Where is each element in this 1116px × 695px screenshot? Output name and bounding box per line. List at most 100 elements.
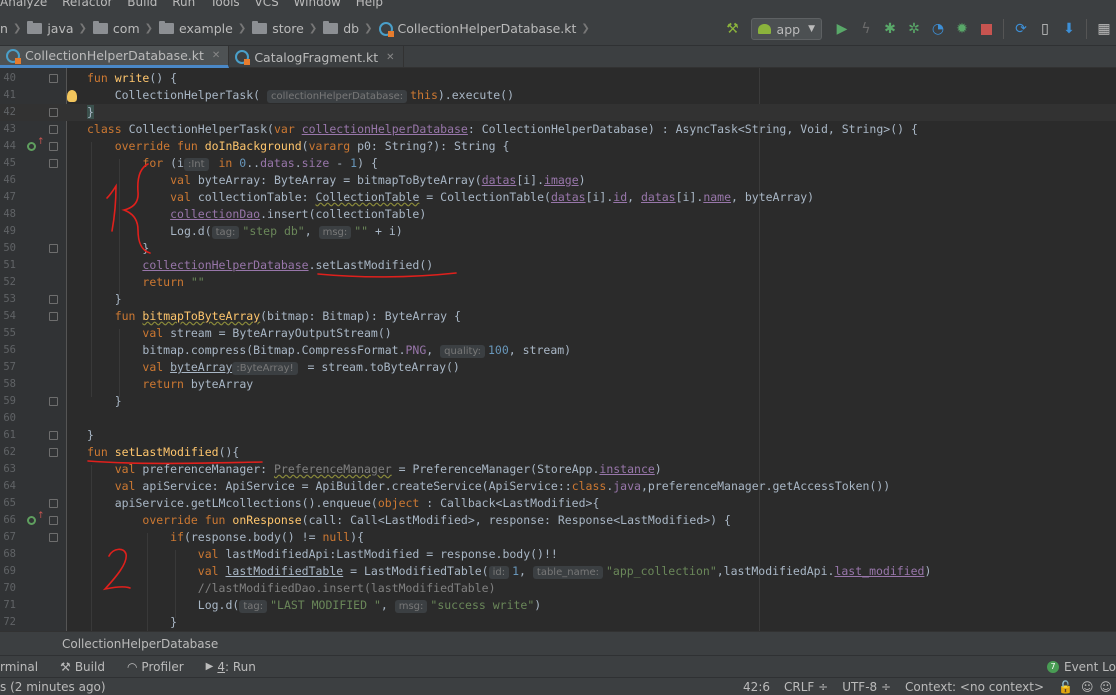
run-icon[interactable]: ▶ <box>833 20 851 38</box>
menu-refactor[interactable]: Refactor <box>62 0 112 9</box>
caret-position[interactable]: 42:6 <box>743 678 770 695</box>
line-number: 62 <box>3 446 16 458</box>
lock-icon[interactable]: 🔓 <box>1058 678 1073 695</box>
line-number: 40 <box>3 72 16 84</box>
override-icon[interactable] <box>27 137 45 151</box>
code-text: return "" <box>142 275 205 289</box>
code-line: 54 fun bitmapToByteArray(bitmap: Bitmap)… <box>0 308 1116 325</box>
line-number: 44 <box>3 140 16 152</box>
debug-icon[interactable]: ✱ <box>881 20 899 38</box>
fold-marker[interactable] <box>49 312 58 321</box>
breadcrumb-item-example[interactable]: example <box>179 21 233 36</box>
tool-window-terminal[interactable]: rminal <box>0 660 38 674</box>
sync-gradle-icon[interactable]: ⟳ <box>1012 20 1030 38</box>
encoding-select[interactable]: UTF-8 ÷ <box>842 678 891 695</box>
tab-label: CollectionHelperDatabase.kt <box>25 48 204 63</box>
fold-marker[interactable] <box>49 448 58 457</box>
stop-icon[interactable] <box>977 20 995 38</box>
fold-marker[interactable] <box>49 431 58 440</box>
breadcrumb-item-file[interactable]: CollectionHelperDatabase.kt <box>398 21 577 36</box>
tool-window-label: Build <box>74 659 105 674</box>
code-line: 49 Log.d(tag: "step db", msg: "" + i) <box>0 223 1116 240</box>
parameter-hint: msg: <box>318 226 352 239</box>
menu-bar: Analyze Refactor Build Run Tools VCS Win… <box>0 0 1116 12</box>
line-separator-select[interactable]: CRLF ÷ <box>784 678 828 695</box>
close-icon[interactable]: ✕ <box>386 52 394 63</box>
folder-icon <box>159 21 175 34</box>
line-number: 52 <box>3 276 16 288</box>
run-configuration-select[interactable]: app ▼ <box>750 18 822 40</box>
folder-icon <box>27 21 43 34</box>
menu-help[interactable]: Help <box>356 0 383 9</box>
fold-marker[interactable] <box>49 159 58 168</box>
tab-collection-helper-database[interactable]: CollectionHelperDatabase.kt ✕ <box>0 46 230 68</box>
line-number: 69 <box>3 565 16 577</box>
line-number: 61 <box>3 429 16 441</box>
memory-icon[interactable]: ☺ <box>1099 678 1112 695</box>
tool-window-profiler[interactable]: ◠ Profiler <box>127 660 184 674</box>
context-indicator[interactable]: Context: <no context> <box>905 678 1044 695</box>
code-line: 45 for (i:Int in 0..datas.size - 1) { <box>0 155 1116 172</box>
chevron-right-icon: ❯ <box>144 23 154 34</box>
fold-marker[interactable] <box>49 244 58 253</box>
menu-analyze[interactable]: Analyze <box>0 0 47 9</box>
line-number: 43 <box>3 123 16 135</box>
fold-marker[interactable] <box>49 516 58 525</box>
lightbulb-icon[interactable] <box>67 90 77 102</box>
fold-marker[interactable] <box>49 295 58 304</box>
tool-window-event-log[interactable]: 7 Event Lo <box>1046 656 1116 678</box>
fold-marker[interactable] <box>49 142 58 151</box>
project-structure-icon[interactable]: ▦ <box>1095 20 1113 38</box>
breadcrumb-item-store[interactable]: store <box>272 21 304 36</box>
code-text: collectionDao.insert(collectionTable) <box>170 207 427 221</box>
editor-tabs: CollectionHelperDatabase.kt ✕ CatalogFra… <box>0 46 1116 68</box>
breadcrumb-item-db[interactable]: db <box>343 21 359 36</box>
folder-icon <box>252 21 268 34</box>
close-icon[interactable]: ✕ <box>212 50 220 61</box>
type-hint: :ByteArray! <box>232 362 298 375</box>
tool-window-label: Profiler <box>141 659 184 674</box>
menu-run[interactable]: Run <box>172 0 195 9</box>
status-message[interactable]: s (2 minutes ago) <box>0 680 106 694</box>
code-text: for (i:Int in 0..datas.size - 1) { <box>142 156 378 171</box>
code-text: val byteArray: ByteArray = bitmapToByteA… <box>170 173 586 187</box>
menu-tools[interactable]: Tools <box>210 0 240 9</box>
fold-marker[interactable] <box>49 397 58 406</box>
tool-window-run[interactable]: ▶ 4: Run <box>206 660 256 674</box>
code-line: 72 } <box>0 614 1116 631</box>
inspector-icon[interactable]: ☺ <box>1081 678 1094 695</box>
fold-marker[interactable] <box>49 499 58 508</box>
code-text: } <box>114 394 122 408</box>
apply-changes-icon[interactable]: ϟ <box>857 20 875 38</box>
fold-marker[interactable] <box>49 74 58 83</box>
parameter-hint: quality: <box>440 345 485 358</box>
code-line: 66 override fun onResponse(call: Call<La… <box>0 512 1116 529</box>
fold-marker[interactable] <box>49 125 58 134</box>
code-line: 57 val byteArray:ByteArray! = stream.toB… <box>0 359 1116 376</box>
fold-marker[interactable] <box>49 533 58 542</box>
menu-vcs[interactable]: VCS <box>254 0 278 9</box>
menu-build[interactable]: Build <box>127 0 157 9</box>
attach-debugger-icon[interactable]: ✲ <box>905 20 923 38</box>
avd-manager-icon[interactable]: ▯ <box>1036 20 1054 38</box>
chevron-right-icon: ❯ <box>364 23 373 34</box>
breadcrumb-item-com[interactable]: com <box>113 21 140 36</box>
line-number: 55 <box>3 327 16 339</box>
breadcrumb-item-java[interactable]: java <box>47 21 73 36</box>
profile-icon[interactable]: ◔ <box>929 20 947 38</box>
override-icon[interactable] <box>27 511 45 525</box>
code-text: val apiService: ApiService = ApiBuilder.… <box>114 479 891 493</box>
sdk-manager-icon[interactable]: ⬇ <box>1060 20 1078 38</box>
code-editor[interactable]: 40 fun write() { 41 CollectionHelperTask(… <box>0 68 1116 631</box>
fold-marker[interactable] <box>49 108 58 117</box>
coverage-icon[interactable]: ✹ <box>953 20 971 38</box>
hammer-icon[interactable]: ⚒ <box>724 20 742 38</box>
breadcrumb-item[interactable]: n <box>0 21 8 36</box>
code-line: 70 //lastModifiedDao.insert(lastModified… <box>0 580 1116 597</box>
structure-breadcrumb[interactable]: CollectionHelperDatabase <box>0 631 1116 655</box>
line-number: 70 <box>3 582 16 594</box>
tool-window-build[interactable]: ⚒ Build <box>60 660 105 674</box>
menu-window[interactable]: Window <box>294 0 341 9</box>
code-line-current: 42} <box>0 104 1116 121</box>
tab-catalog-fragment[interactable]: CatalogFragment.kt ✕ <box>229 46 404 68</box>
